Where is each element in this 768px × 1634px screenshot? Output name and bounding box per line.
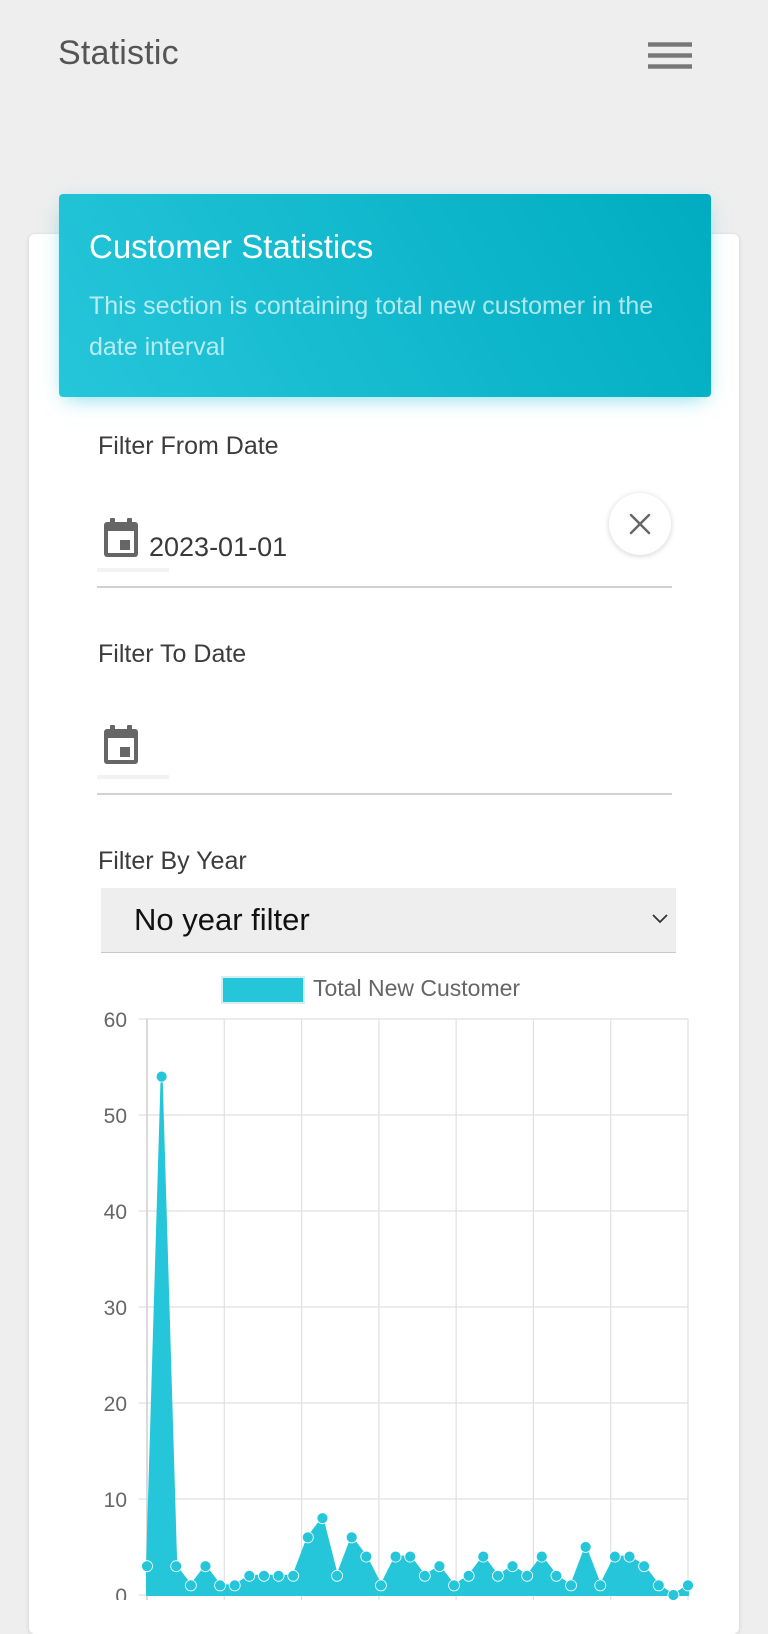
y-tick-label: 50 <box>104 1105 127 1128</box>
chevron-down-icon <box>652 914 668 924</box>
data-point <box>477 1550 490 1563</box>
year-filter-select[interactable]: No year filter <box>101 888 676 953</box>
filter-from-date-value: 2023-01-01 <box>149 532 288 562</box>
y-tick-label: 0 <box>115 1585 127 1600</box>
data-point <box>433 1560 446 1573</box>
data-point <box>652 1579 665 1592</box>
data-point <box>462 1569 475 1582</box>
y-tick-label: 40 <box>104 1201 127 1224</box>
data-point <box>155 1070 168 1083</box>
menu-bar-line <box>648 53 692 58</box>
data-point <box>594 1579 607 1592</box>
data-point <box>243 1569 256 1582</box>
filter-to-date-label: Filter To Date <box>98 640 247 668</box>
page-title: Statistic <box>58 34 179 72</box>
customer-chart: Total New Customer 0 10 20 30 40 50 60 <box>0 960 768 1600</box>
data-point <box>682 1579 694 1592</box>
data-point <box>228 1579 241 1592</box>
data-point <box>418 1569 431 1582</box>
y-tick-label: 60 <box>104 1009 127 1032</box>
data-point <box>272 1569 285 1582</box>
data-point <box>492 1569 504 1582</box>
data-point <box>638 1560 651 1573</box>
filter-to-date-input[interactable] <box>97 707 672 795</box>
year-filter-selected-value: No year filter <box>134 902 310 937</box>
filter-from-date-label: Filter From Date <box>98 432 279 460</box>
data-point <box>389 1550 402 1563</box>
data-point <box>550 1569 563 1582</box>
calendar-icon <box>104 725 138 764</box>
data-point <box>199 1560 212 1573</box>
data-point <box>287 1569 300 1582</box>
data-point <box>608 1550 621 1563</box>
data-point <box>448 1579 460 1592</box>
data-point <box>258 1569 270 1582</box>
data-point <box>316 1512 329 1525</box>
data-point <box>404 1550 417 1563</box>
data-point <box>301 1531 314 1544</box>
data-point <box>535 1550 548 1563</box>
date-icon-underline <box>97 775 169 779</box>
calendar-icon <box>104 518 138 557</box>
data-point <box>141 1560 153 1573</box>
y-tick-label: 10 <box>104 1489 127 1512</box>
date-icon-underline <box>97 568 169 572</box>
series-area <box>146 1075 689 1596</box>
data-point <box>214 1579 227 1592</box>
data-point <box>506 1560 519 1573</box>
data-point <box>360 1550 373 1563</box>
data-point <box>623 1550 636 1563</box>
data-point <box>521 1569 534 1582</box>
data-point <box>579 1541 592 1553</box>
top-app-bar: Statistic <box>0 0 768 110</box>
clear-date-button[interactable] <box>609 493 671 555</box>
y-tick-label: 20 <box>104 1393 127 1416</box>
card-subtitle: This section is containing total new cus… <box>89 292 654 361</box>
data-point <box>170 1560 183 1573</box>
data-point <box>345 1531 358 1544</box>
data-point <box>184 1579 197 1592</box>
data-point <box>667 1589 680 1600</box>
menu-bar-line <box>648 64 692 69</box>
card-header: Customer Statistics This section is cont… <box>59 194 711 397</box>
card-title: Customer Statistics <box>89 228 374 265</box>
data-point <box>375 1579 387 1592</box>
close-icon <box>629 513 651 535</box>
data-point <box>565 1579 577 1592</box>
data-point <box>331 1569 343 1582</box>
filter-from-date-input[interactable]: 2023-01-01 <box>97 500 672 588</box>
menu-bar-line <box>648 42 692 47</box>
hamburger-menu-icon[interactable] <box>648 42 692 72</box>
y-tick-label: 30 <box>104 1297 127 1320</box>
chart-plot: 0 10 20 30 40 50 60 <box>104 1009 694 1600</box>
filter-by-year-label: Filter By Year <box>98 847 247 875</box>
